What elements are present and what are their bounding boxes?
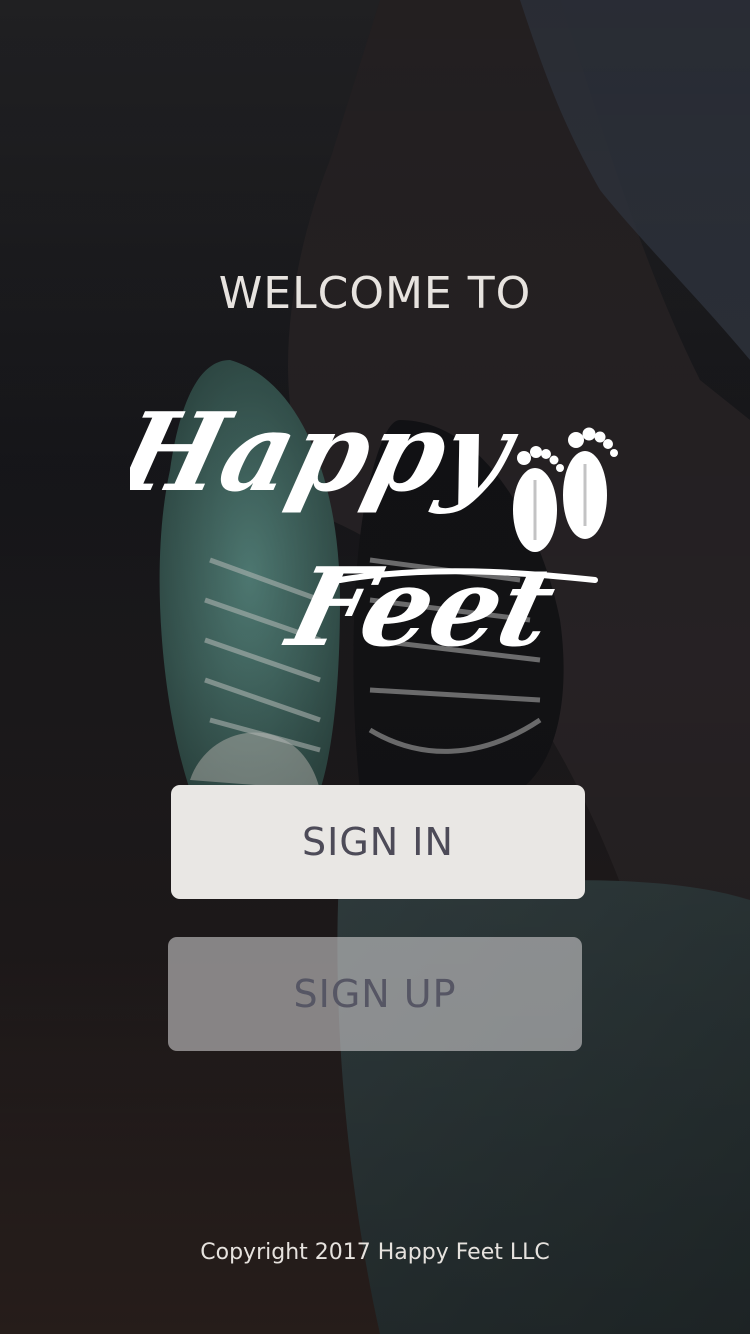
copyright-text: Copyright 2017 Happy Feet LLC (200, 1240, 550, 1265)
logo-word-feet: Feet (275, 544, 568, 671)
sign-up-button[interactable]: SIGN UP (168, 937, 582, 1051)
happy-feet-logo: Happy Feet (130, 389, 618, 671)
logo-word-happy: Happy (130, 389, 530, 516)
welcome-heading: WELCOME TO (218, 268, 532, 319)
sign-in-button[interactable]: SIGN IN (171, 785, 585, 899)
footprints-icon (513, 427, 618, 552)
welcome-screen: WELCOME TO Happy Feet SIGN IN SIGN UP Co… (0, 0, 750, 1334)
